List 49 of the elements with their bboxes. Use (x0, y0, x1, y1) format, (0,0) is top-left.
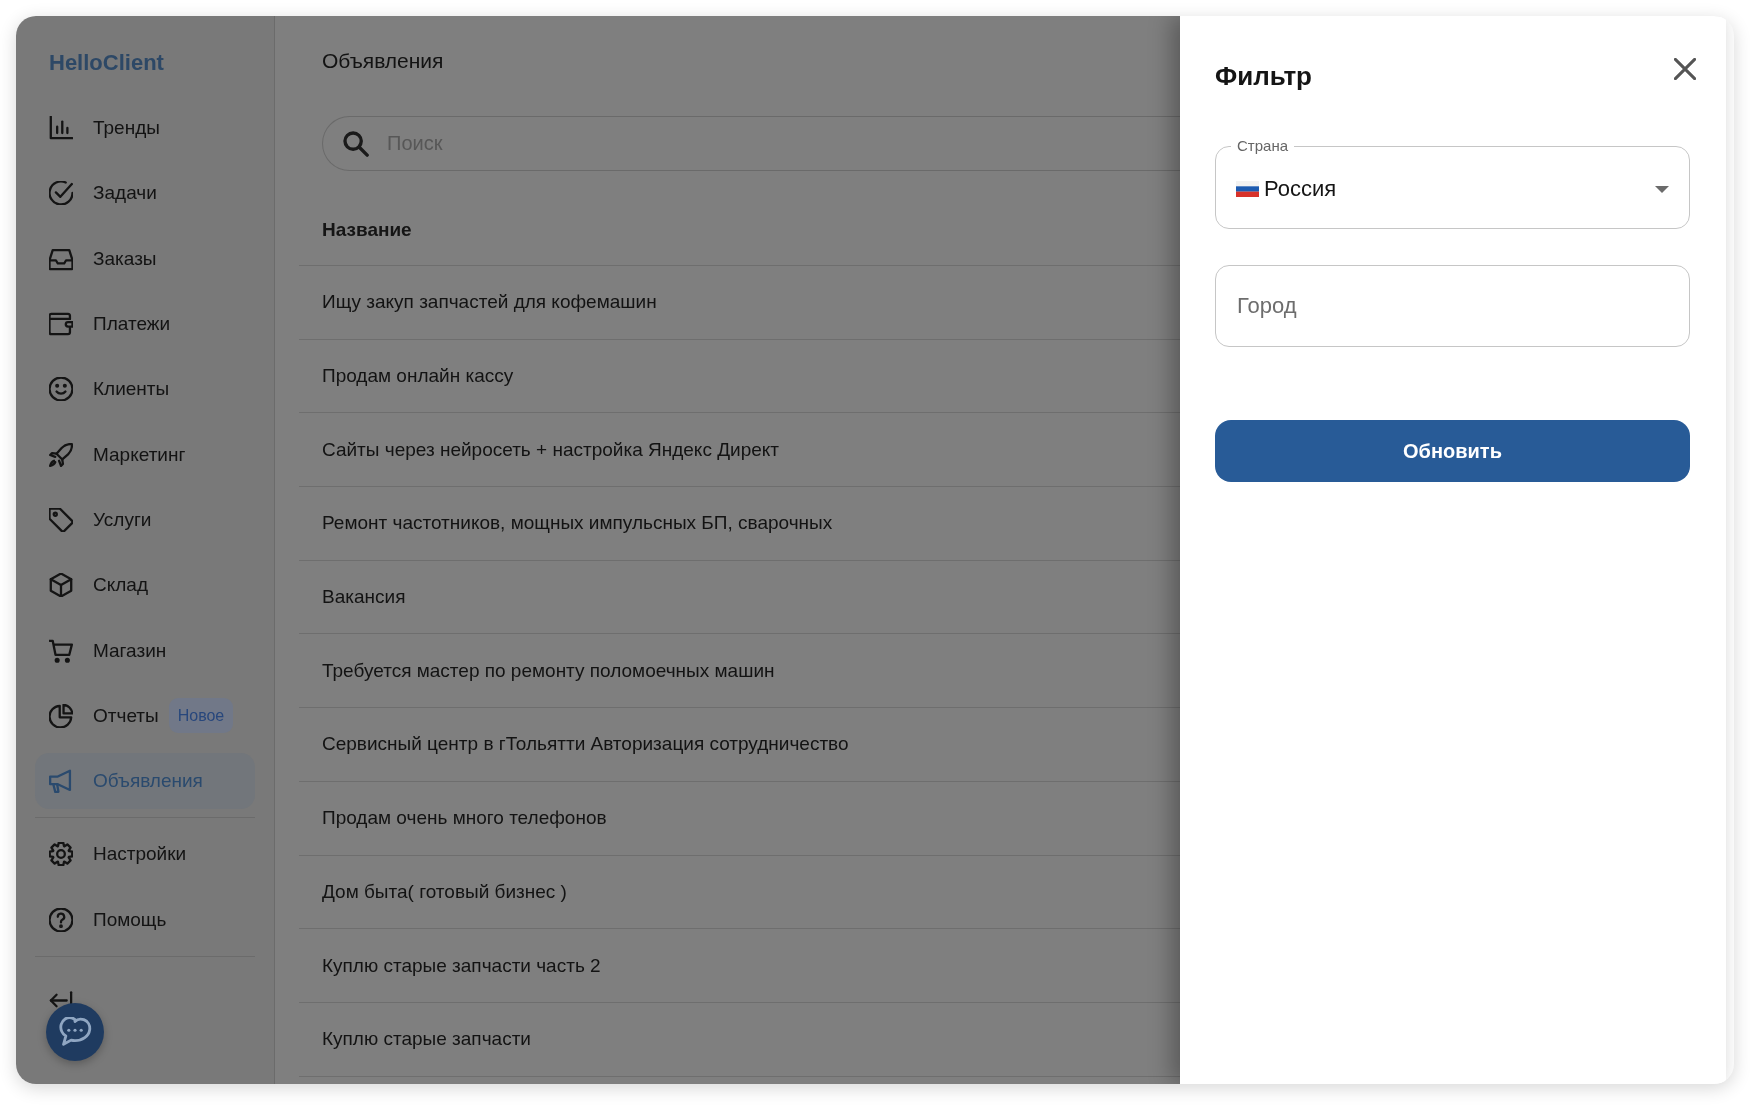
check-circle-icon (49, 181, 73, 206)
sidebar-item[interactable]: Платежи (35, 296, 171, 352)
tag-icon (49, 507, 73, 532)
help-icon (49, 907, 73, 932)
caret-down-icon (1655, 185, 1669, 193)
new-badge: Новое (168, 698, 234, 734)
cart-icon (49, 638, 73, 663)
table-cell: Продам очень много телефонов (322, 807, 607, 830)
city-field[interactable]: Город (1215, 265, 1690, 347)
search-icon (343, 130, 369, 157)
bar-chart-icon (49, 116, 73, 140)
table-cell: Сервисный центр в гТольятти Авторизация сотрудничество (322, 733, 849, 756)
table-cell: Куплю старые запчасти (322, 1028, 531, 1051)
column-header: Название (322, 219, 412, 241)
megaphone-icon (49, 769, 73, 794)
panel-title: Фильтр (1215, 60, 1312, 93)
table-cell: Вакансия (322, 586, 406, 609)
sidebar-item[interactable]: Тренды (35, 100, 160, 156)
smile-icon (49, 377, 73, 402)
table-cell: Требуется мастер по ремонту поломоечных машин (322, 659, 775, 682)
flag-icon (1236, 181, 1259, 197)
inbox-tray-icon (49, 246, 73, 271)
wallet-icon (49, 312, 73, 336)
rocket-icon (49, 442, 73, 467)
sidebar-item[interactable]: Настройки (35, 826, 187, 883)
chat-bubble-icon (58, 1017, 92, 1047)
field-label: Страна (1236, 137, 1289, 155)
sidebar-item[interactable]: Заказы (35, 230, 157, 287)
sidebar-item[interactable]: Клиенты (35, 361, 170, 418)
sidebar-item[interactable]: Отчеты (35, 687, 159, 744)
sidebar-item[interactable]: Задачи (35, 165, 157, 222)
sidebar-item[interactable]: Услуги (35, 491, 152, 548)
sidebar-item[interactable]: Магазин (35, 622, 167, 679)
cube-icon (49, 573, 73, 598)
table-cell: Ищу закуп запчастей для кофемашин (322, 291, 657, 314)
sidebar-item[interactable]: Помощь (35, 891, 167, 948)
table-cell: Ремонт частотников, мощных импульсных БП, сварочных (322, 512, 833, 535)
table-cell: Продам онлайн кассу (322, 365, 514, 388)
table-cell: Куплю старые запчасти часть 2 (322, 954, 601, 977)
pie-chart-icon (49, 703, 73, 728)
sidebar-item[interactable]: Склад (35, 557, 148, 614)
app-logo: HelloClient (49, 49, 164, 77)
table-cell: Сайты через нейросеть + настройка Яндекс Директ (322, 438, 780, 461)
close-icon[interactable] (1674, 58, 1696, 80)
page-title: Объявления (322, 48, 444, 74)
update-button[interactable]: Обновить (1215, 420, 1690, 482)
sidebar-item[interactable]: Маркетинг (35, 426, 186, 483)
table-cell: Дом быта( готовый бизнес ) (322, 880, 567, 903)
gear-icon (49, 842, 73, 867)
